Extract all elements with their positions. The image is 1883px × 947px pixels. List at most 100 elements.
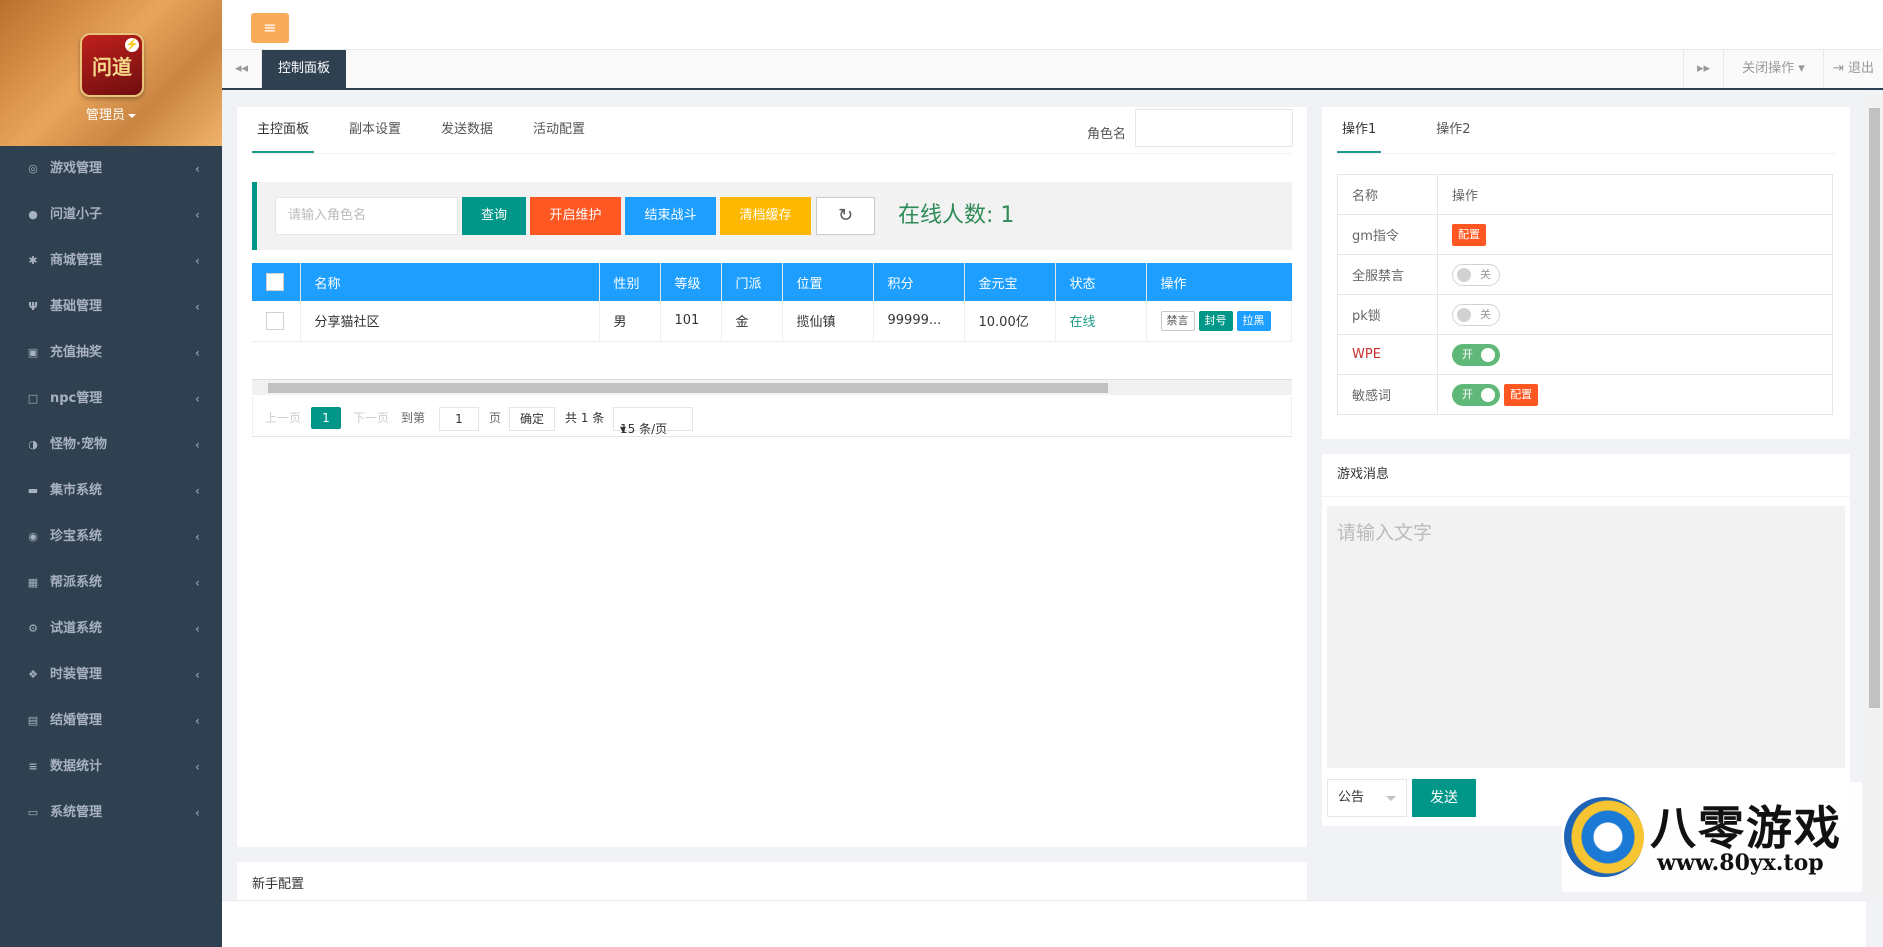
tab-send-data[interactable]: 发送数据 (436, 107, 498, 153)
bolt-icon: ⚡ (125, 38, 139, 52)
sidebar-item-label: 商城管理 (50, 253, 103, 268)
chevron-left-icon: ‹ (195, 346, 200, 360)
wpe-toggle[interactable]: 开 (1452, 343, 1500, 366)
toggle-text: 开 (1462, 387, 1473, 401)
sidebar-item-4[interactable]: ▣ 充值抽奖 ‹ (0, 330, 222, 376)
close-ops-dropdown[interactable]: 关闭操作 ▾ (1723, 50, 1823, 88)
sidebar-item-12[interactable]: ▤ 结婚管理 ‹ (0, 698, 222, 744)
sidebar-item-5[interactable]: □ npc管理 ‹ (0, 376, 222, 422)
sidebar-item-0[interactable]: ◎ 游戏管理 ‹ (0, 146, 222, 192)
query-button[interactable]: 查询 (462, 197, 526, 235)
sidebar-item-11[interactable]: ❖ 时装管理 ‹ (0, 652, 222, 698)
goto-confirm-button[interactable]: 确定 (509, 407, 555, 431)
next-page-link[interactable]: 下一页 (353, 407, 389, 429)
sidebar-item-label: 系统管理 (50, 805, 103, 820)
goto-page-input[interactable]: 1 (439, 407, 479, 431)
row-checkbox[interactable] (266, 311, 284, 330)
chevron-left-icon: ‹ (195, 530, 200, 544)
page-1-button[interactable]: 1 (311, 407, 341, 429)
role-name-input[interactable] (1135, 109, 1293, 147)
sidebar-nav: ◎ 游戏管理 ‹ ● 问道小子 ‹ ✱ 商城管理 ‹ Ψ 基础管理 ‹ ▣ 充值抽奖 ‹ □ npc管理 ‹ ◑ 怪物… (0, 146, 222, 836)
dropdown-arrow-icon: ▾ (620, 422, 627, 436)
admin-dropdown[interactable]: 管理员 (0, 104, 222, 123)
message-type-value: 公告 (1338, 790, 1365, 805)
select-all-checkbox[interactable] (266, 273, 284, 291)
sensitive-config-button[interactable]: 配置 (1504, 383, 1539, 406)
sidebar-item-13[interactable]: ≡ 数据统计 ‹ (0, 744, 222, 790)
page-tabs-bar: ◂◂ 控制面板 ▸▸ 关闭操作 ▾ ⇥ 退出 (222, 50, 1883, 90)
sidebar-item-3[interactable]: Ψ 基础管理 ‹ (0, 284, 222, 330)
blacklist-button[interactable]: 拉黑 (1236, 310, 1271, 331)
chevron-left-icon: ‹ (195, 300, 200, 314)
tab-main-control[interactable]: 主控面板 (252, 107, 315, 153)
chevron-left-icon: ‹ (195, 806, 200, 820)
ban-button[interactable]: 封号 (1198, 310, 1233, 331)
send-button[interactable]: 发送 (1412, 779, 1476, 817)
logout-button[interactable]: ⇥ 退出 (1823, 50, 1883, 88)
chevron-left-icon: ‹ (195, 254, 200, 268)
sidebar-item-7[interactable]: ▬ 集市系统 ‹ (0, 468, 222, 514)
sidebar-item-2[interactable]: ✱ 商城管理 ‹ (0, 238, 222, 284)
scrollbar-thumb[interactable] (268, 383, 1108, 393)
tab-ops-1[interactable]: 操作1 (1337, 107, 1382, 153)
maintenance-button[interactable]: 开启维护 (530, 197, 621, 235)
newbie-config-panel: 新手配置 (237, 862, 1307, 900)
sidebar-item-label: npc管理 (50, 391, 103, 406)
scrollbar-thumb[interactable] (1869, 108, 1880, 708)
tab-dungeon-settings[interactable]: 副本设置 (344, 107, 406, 153)
ops-panel: 操作1 操作2 名称 操作 gm指令 配置 全服禁言关 pk锁关 WPE 开 敏感词开 … (1322, 107, 1850, 439)
bed-icon: ▬ (27, 484, 39, 497)
clear-cache-button[interactable]: 清档缓存 (720, 197, 811, 235)
search-role-input[interactable]: 请输入角色名 (275, 197, 458, 235)
chevron-left-icon: ‹ (195, 622, 200, 636)
menu-toggle-button[interactable]: ≡ (251, 13, 289, 43)
mute-all-toggle[interactable]: 关 (1452, 263, 1500, 286)
pagination: 上一页 1 下一页 到第 1 页 确定 共 1 条 15 条/页 ▾ (252, 397, 1292, 437)
tabs-scroll-right-button[interactable]: ▸▸ (1683, 50, 1723, 88)
end-battle-button[interactable]: 结束战斗 (625, 197, 716, 235)
table-horizontal-scrollbar[interactable] (252, 379, 1292, 395)
chevron-left-icon: ‹ (195, 484, 200, 498)
sidebar-item-14[interactable]: ▭ 系统管理 ‹ (0, 790, 222, 836)
page-size-select[interactable]: 15 条/页 ▾ (613, 407, 693, 436)
tab-control-panel[interactable]: 控制面板 (262, 50, 346, 88)
mute-button[interactable]: 禁言 (1160, 310, 1195, 331)
page-vertical-scrollbar[interactable] (1866, 94, 1883, 900)
dot-circle-icon: ◉ (28, 530, 38, 543)
refresh-button[interactable]: ↻ (816, 197, 875, 235)
total-count: 共 1 条 (565, 411, 605, 425)
prev-page-link[interactable]: 上一页 (265, 407, 301, 429)
sidebar-item-10[interactable]: ⚙ 试道系统 ‹ (0, 606, 222, 652)
tabs-scroll-left-button[interactable]: ◂◂ (222, 50, 262, 88)
watermark: 八零游戏 www.80yx.top (1562, 782, 1862, 892)
pk-lock-toggle[interactable]: 关 (1452, 303, 1500, 326)
tab-activity-config[interactable]: 活动配置 (528, 107, 590, 153)
tab-ops-2[interactable]: 操作2 (1431, 107, 1475, 153)
cell-school: 金 (721, 301, 783, 342)
online-count: 在线人数: 1 (898, 203, 1015, 228)
star-icon: ✱ (28, 254, 38, 267)
col-header: 位置 (782, 263, 874, 301)
cell-name: 分享猫社区 (300, 301, 600, 342)
sensitive-words-toggle[interactable]: 开 (1452, 383, 1500, 406)
sidebar-item-1[interactable]: ● 问道小子 ‹ (0, 192, 222, 238)
sidebar-item-6[interactable]: ◑ 怪物·宠物 ‹ (0, 422, 222, 468)
sidebar-item-8[interactable]: ◉ 珍宝系统 ‹ (0, 514, 222, 560)
chevron-left-icon: ‹ (195, 438, 200, 452)
sidebar-item-9[interactable]: ▦ 帮派系统 ‹ (0, 560, 222, 606)
ops-label-wpe: WPE (1337, 334, 1438, 375)
top-header: ≡ (222, 0, 1883, 50)
game-message-panel: 游戏消息 请输入文字 公告 发送 (1322, 454, 1850, 826)
gm-config-button[interactable]: 配置 (1452, 223, 1486, 246)
logo-text: 问道 (92, 54, 132, 79)
toggle-knob (1457, 307, 1471, 322)
gamepad-icon: ◎ (28, 162, 38, 175)
sidebar-item-label: 数据统计 (50, 759, 103, 774)
page-unit-label: 页 (489, 411, 502, 425)
sidebar-item-label: 基础管理 (50, 299, 103, 314)
message-type-select[interactable]: 公告 (1327, 779, 1407, 817)
toggle-knob (1457, 267, 1471, 282)
toggle-text: 关 (1480, 307, 1491, 321)
chevron-left-icon: ‹ (195, 668, 200, 682)
message-textarea[interactable]: 请输入文字 (1327, 506, 1845, 768)
